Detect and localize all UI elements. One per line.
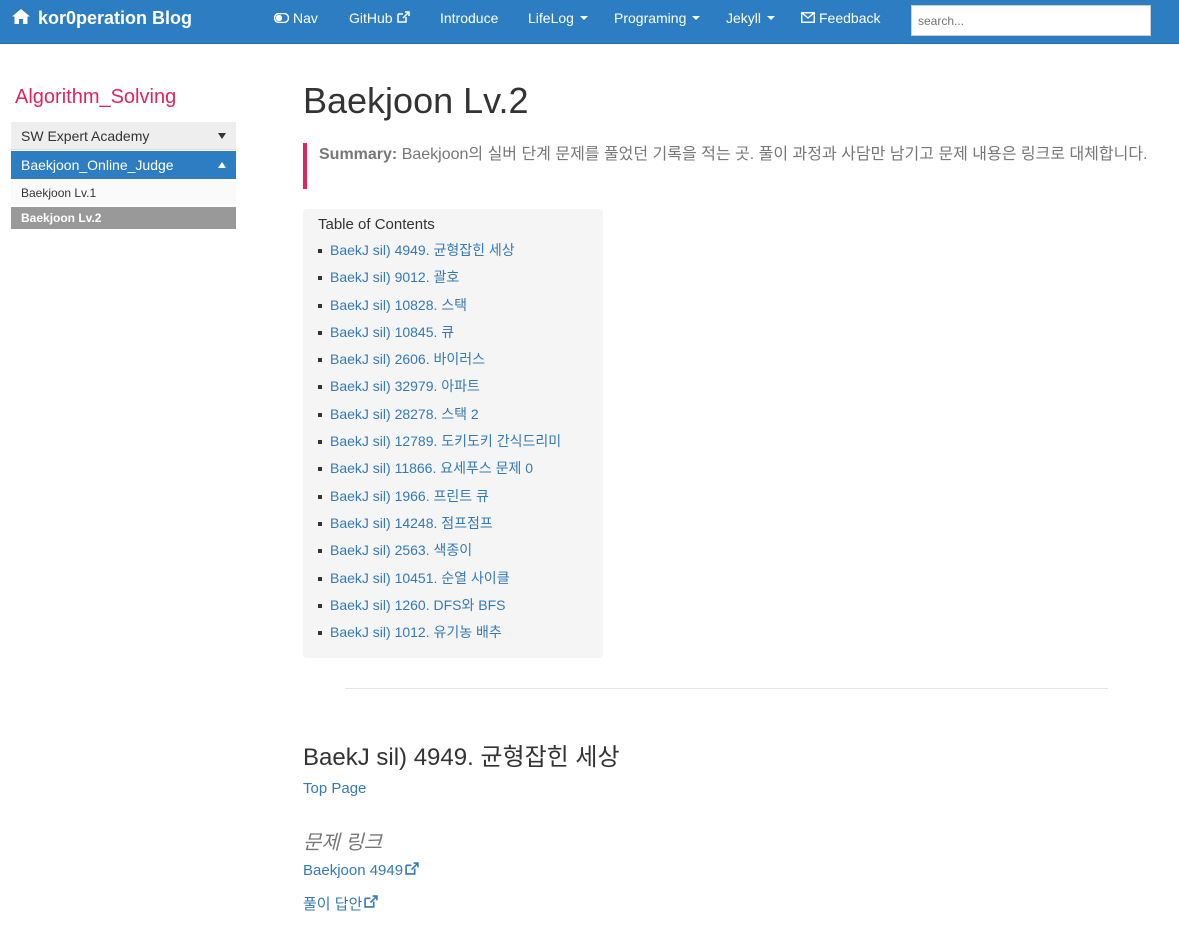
bullet-icon <box>318 467 322 472</box>
nav-label: LifeLog <box>528 10 574 26</box>
nav-label: Introduce <box>440 10 499 26</box>
nav-introduce-link[interactable]: Introduce <box>440 0 498 36</box>
bullet-icon <box>318 276 322 281</box>
toc-item[interactable]: BaekJ sil) 2606. 바이러스 <box>318 349 588 376</box>
toc-link[interactable]: BaekJ sil) 2563. 색종이 <box>330 542 472 558</box>
sidebar-title: Algorithm_Solving <box>15 86 177 108</box>
problem-link-heading: 문제 링크 <box>303 832 383 854</box>
toc-link[interactable]: BaekJ sil) 9012. 괄호 <box>330 269 459 285</box>
bullet-icon <box>318 494 322 499</box>
toc-link[interactable]: BaekJ sil) 1966. 프린트 큐 <box>330 488 489 504</box>
sidebar-group-sw-expert-academy[interactable]: SW Expert Academy <box>11 122 236 150</box>
answer-link[interactable]: 풀이 답안 <box>303 893 379 914</box>
bullet-icon <box>318 330 322 335</box>
problem-link[interactable]: Baekjoon 4949 <box>303 862 419 879</box>
toc-item[interactable]: BaekJ sil) 10845. 큐 <box>318 322 588 349</box>
sidebar-item-label: Baekjoon Lv.1 <box>21 186 97 200</box>
nav-jekyll-dropdown[interactable]: Jekyll <box>726 0 776 36</box>
nav-feedback-link[interactable]: Feedback <box>801 0 880 36</box>
toc-item[interactable]: BaekJ sil) 10451. 순열 사이클 <box>318 568 588 595</box>
answer-link-label: 풀이 답안 <box>303 896 363 913</box>
bullet-icon <box>318 631 322 636</box>
toc-item[interactable]: BaekJ sil) 10828. 스택 <box>318 295 588 322</box>
summary-blockquote: Summary: Baekjoon의 실버 단계 문제를 풀었던 기록을 적는 … <box>303 143 1158 189</box>
external-link-icon <box>364 895 379 912</box>
sidebar-item-baekjoon-lv1[interactable]: Baekjoon Lv.1 <box>11 181 236 205</box>
toc-link[interactable]: BaekJ sil) 2606. 바이러스 <box>330 351 485 367</box>
toc-item[interactable]: BaekJ sil) 4949. 균형잡힌 세상 <box>318 240 588 267</box>
bullet-icon <box>318 440 322 445</box>
toc-link[interactable]: BaekJ sil) 32979. 아파트 <box>330 378 480 394</box>
nav-label: GitHub <box>349 10 393 26</box>
table-of-contents: Table of Contents BaekJ sil) 4949. 균형잡힌 … <box>303 209 603 658</box>
toc-link[interactable]: BaekJ sil) 10451. 순열 사이클 <box>330 570 510 586</box>
toc-item[interactable]: BaekJ sil) 11866. 요세푸스 문제 0 <box>318 458 588 485</box>
page-title: Baekjoon Lv.2 <box>303 80 529 121</box>
toc-item[interactable]: BaekJ sil) 1966. 프린트 큐 <box>318 486 588 513</box>
toc-item[interactable]: BaekJ sil) 32979. 아파트 <box>318 376 588 403</box>
nav-github-link[interactable]: GitHub <box>349 0 410 36</box>
toc-link[interactable]: BaekJ sil) 10828. 스택 <box>330 297 467 313</box>
bullet-icon <box>318 358 322 363</box>
bullet-icon <box>318 412 322 417</box>
caret-down-icon <box>218 132 226 139</box>
bullet-icon <box>318 385 322 390</box>
toc-link[interactable]: BaekJ sil) 10845. 큐 <box>330 324 454 340</box>
external-link-icon <box>396 10 410 26</box>
toc-item[interactable]: BaekJ sil) 1012. 유기농 배추 <box>318 622 588 649</box>
section-title: BaekJ sil) 4949. 균형잡힌 세상 <box>303 744 620 771</box>
bullet-icon <box>318 521 322 526</box>
sidebar-group-label: Baekjoon_Online_Judge <box>21 157 174 173</box>
caret-down-icon <box>767 16 776 20</box>
brand-title: kor0peration Blog <box>38 7 193 28</box>
nav-label: Feedback <box>819 10 881 26</box>
bullet-icon <box>318 603 322 608</box>
nav-label: Jekyll <box>726 10 762 26</box>
caret-up-icon <box>218 162 226 168</box>
toc-link[interactable]: BaekJ sil) 28278. 스택 2 <box>330 406 479 422</box>
nav-label: Programing <box>614 10 687 26</box>
bullet-icon <box>318 549 322 554</box>
toc-list: BaekJ sil) 4949. 균형잡힌 세상 BaekJ sil) 9012… <box>318 240 588 649</box>
caret-down-icon <box>579 16 588 20</box>
toc-link[interactable]: BaekJ sil) 1260. DFS와 BFS <box>330 597 506 613</box>
nav-label: Nav <box>293 10 318 26</box>
toc-item[interactable]: BaekJ sil) 1260. DFS와 BFS <box>318 595 588 622</box>
brand-link[interactable]: kor0peration Blog <box>12 0 192 36</box>
envelope-icon <box>801 10 815 26</box>
sidebar-group-baekjoon[interactable]: Baekjoon_Online_Judge <box>11 151 236 179</box>
search-input[interactable] <box>911 5 1151 36</box>
toc-link[interactable]: BaekJ sil) 4949. 균형잡힌 세상 <box>330 242 515 258</box>
bullet-icon <box>318 303 322 308</box>
bullet-icon <box>318 576 322 581</box>
problem-link-label: Baekjoon 4949 <box>303 862 404 879</box>
sidebar-group-label: SW Expert Academy <box>21 127 150 144</box>
summary-text: Baekjoon의 실버 단계 문제를 풀었던 기록을 적는 곳. 풀이 과정과… <box>397 146 1148 163</box>
sidebar-item-label: Baekjoon Lv.2 <box>21 211 102 225</box>
home-icon <box>12 8 30 29</box>
toc-link[interactable]: BaekJ sil) 11866. 요세푸스 문제 0 <box>330 460 533 476</box>
caret-down-icon <box>692 16 701 20</box>
nav-programing-dropdown[interactable]: Programing <box>614 0 701 36</box>
top-page-link[interactable]: Top Page <box>303 780 366 797</box>
toc-link[interactable]: BaekJ sil) 1012. 유기농 배추 <box>330 624 502 640</box>
external-link-icon <box>405 862 419 879</box>
toc-item[interactable]: BaekJ sil) 14248. 점프점프 <box>318 513 588 540</box>
toc-item[interactable]: BaekJ sil) 9012. 괄호 <box>318 267 588 294</box>
toc-link[interactable]: BaekJ sil) 14248. 점프점프 <box>330 515 493 531</box>
top-navbar: kor0peration Blog Nav GitHub Introduce L… <box>0 0 1179 44</box>
toc-title: Table of Contents <box>318 216 435 233</box>
summary-label: Summary: <box>319 146 398 163</box>
toggle-icon <box>273 10 290 26</box>
toc-item[interactable]: BaekJ sil) 2563. 색종이 <box>318 540 588 567</box>
toc-item[interactable]: BaekJ sil) 12789. 도키도키 간식드리미 <box>318 431 588 458</box>
toc-item[interactable]: BaekJ sil) 28278. 스택 2 <box>318 404 588 431</box>
nav-toggle-link[interactable]: Nav <box>273 0 318 36</box>
bullet-icon <box>318 249 322 253</box>
toc-link[interactable]: BaekJ sil) 12789. 도키도키 간식드리미 <box>330 433 561 449</box>
nav-lifelog-dropdown[interactable]: LifeLog <box>528 0 588 36</box>
sidebar-item-baekjoon-lv2[interactable]: Baekjoon Lv.2 <box>11 207 236 229</box>
section-divider <box>345 688 1108 689</box>
